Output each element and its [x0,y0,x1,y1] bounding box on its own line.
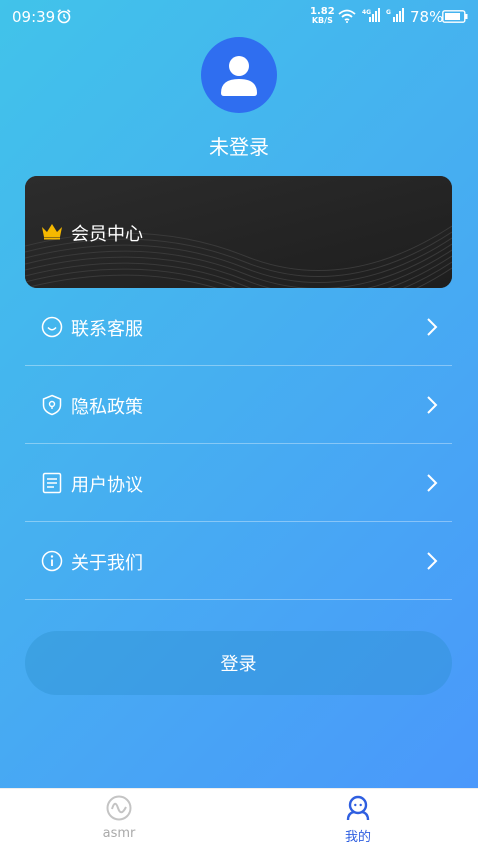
menu-item-about-us[interactable]: 关于我们 [25,522,452,600]
net-speed-value: 1.82 [310,6,335,17]
crown-icon [42,224,62,240]
menu-item-label: 联系客服 [71,319,143,340]
signal-4g-icon: 4G [362,8,380,22]
bottom-tab-bar: asmr 我的 [0,788,478,850]
tab-label: 我的 [344,830,371,845]
menu-item-label: 关于我们 [71,553,143,574]
menu-item-label: 用户协议 [71,475,143,496]
shield-icon [42,394,62,416]
tab-asmr[interactable]: asmr [59,789,179,850]
login-status[interactable]: 未登录 [0,131,478,160]
settings-menu: 联系客服 隐私政策 用户协议 关于我们 [25,288,452,600]
status-bar: 09:39 1.82 KB/S 4G G 78% [0,0,478,34]
avatar[interactable] [201,37,277,113]
wave-icon [106,795,132,821]
menu-item-customer-service[interactable]: 联系客服 [25,288,452,366]
chevron-right-icon [427,474,438,492]
signal-4g-label: 4G [362,9,371,16]
chevron-right-icon [427,396,438,414]
menu-item-user-agreement[interactable]: 用户协议 [25,444,452,522]
battery-percent: 78% [410,8,444,26]
tab-label: asmr [102,826,136,841]
vip-center-label: 会员中心 [71,224,143,245]
chevron-right-icon [427,552,438,570]
alarm-icon [57,9,71,24]
info-icon [41,550,63,572]
menu-item-label: 隐私政策 [71,397,143,418]
status-time: 09:39 [12,8,56,26]
user-avatar-icon [221,56,257,96]
profile-screen: 09:39 1.82 KB/S 4G G 78% 未登录 会员中心 联系客服 隐… [0,0,478,788]
user-icon [346,795,370,821]
menu-item-privacy-policy[interactable]: 隐私政策 [25,366,452,444]
smile-icon [41,316,63,338]
signal-g-icon: G [386,8,404,22]
wifi-icon [338,9,356,23]
tab-mine[interactable]: 我的 [298,789,418,850]
net-speed: 1.82 KB/S [310,6,335,26]
battery-icon [442,10,468,23]
net-speed-unit: KB/S [311,16,333,25]
chevron-right-icon [427,318,438,336]
login-button[interactable]: 登录 [25,631,452,695]
vip-center-card[interactable]: 会员中心 [25,176,452,288]
document-icon [42,472,62,494]
signal-g-label: G [386,9,391,16]
